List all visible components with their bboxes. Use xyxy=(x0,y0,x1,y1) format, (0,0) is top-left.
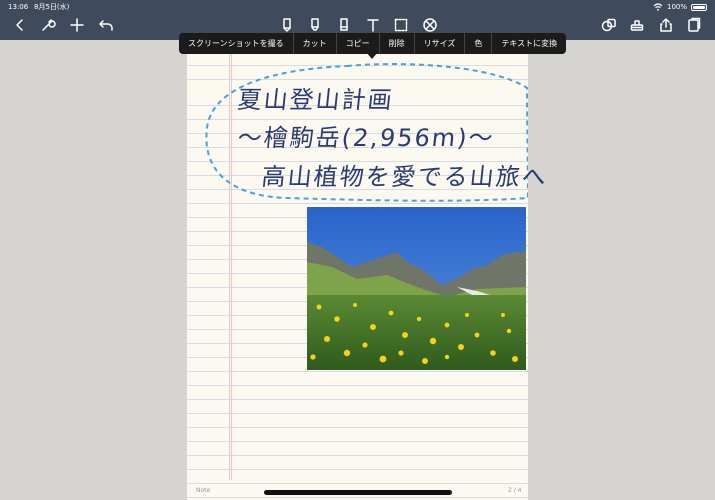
handwriting-line-2: 〜檜駒岳(2,956m)〜 xyxy=(236,124,497,152)
highlighter-icon[interactable] xyxy=(306,16,324,34)
mountain-photo[interactable] xyxy=(307,207,526,370)
pages-icon[interactable] xyxy=(685,16,703,34)
pen-icon[interactable] xyxy=(278,16,296,34)
chevron-left-icon[interactable] xyxy=(11,16,29,34)
menu-convert-text[interactable]: テキストに変換 xyxy=(491,33,566,54)
share-icon[interactable] xyxy=(657,16,675,34)
undo-icon[interactable] xyxy=(97,16,115,34)
eraser-icon[interactable] xyxy=(335,16,353,34)
page-number: 2 / 4 xyxy=(508,487,522,494)
handwriting-line-1: 夏山登山計画 xyxy=(236,86,396,114)
handwriting-line-3: 高山植物を愛でる山旅へ xyxy=(260,163,550,191)
menu-resize[interactable]: リサイズ xyxy=(413,33,465,54)
status-date: 8月5日(水) xyxy=(34,3,70,11)
status-right: 100% xyxy=(653,0,707,14)
shapes-icon[interactable] xyxy=(600,16,618,34)
menu-screenshot[interactable]: スクリーンショットを撮る xyxy=(179,33,293,54)
stamp-icon[interactable] xyxy=(628,16,646,34)
shape-icon[interactable] xyxy=(421,16,439,34)
battery-icon xyxy=(691,3,707,11)
lasso-icon[interactable] xyxy=(392,16,410,34)
wifi-icon xyxy=(653,3,663,11)
battery-percent: 100% xyxy=(666,3,687,11)
page-footer-label: Note xyxy=(196,487,211,494)
wrench-icon[interactable] xyxy=(39,16,57,34)
menu-cut[interactable]: カット xyxy=(292,33,336,54)
menu-color[interactable]: 色 xyxy=(464,33,491,54)
plus-icon[interactable] xyxy=(68,16,86,34)
home-indicator[interactable] xyxy=(264,490,452,495)
status-time: 13:06 xyxy=(8,3,29,11)
menu-delete[interactable]: 削除 xyxy=(378,33,414,54)
context-menu-arrow xyxy=(366,52,378,59)
context-menu: スクリーンショットを撮る カット コピー 削除 リサイズ 色 テキストに変換 xyxy=(179,33,567,54)
text-icon[interactable] xyxy=(364,16,382,34)
menu-copy[interactable]: コピー xyxy=(335,33,379,54)
status-bar: 13:06 8月5日(水) 100% xyxy=(0,0,715,14)
